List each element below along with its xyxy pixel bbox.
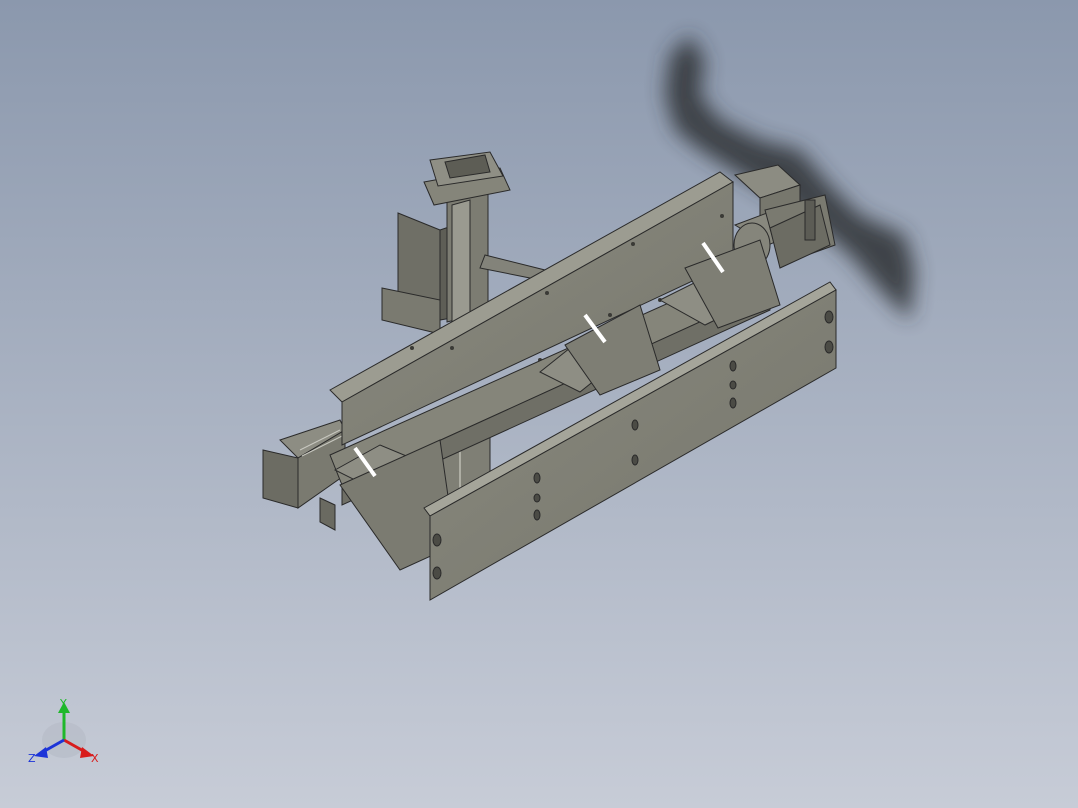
- view-orientation-triad[interactable]: Y X Z: [24, 692, 114, 772]
- x-axis-label: X: [91, 752, 99, 765]
- graphics-viewport[interactable]: Y X Z: [0, 0, 1078, 808]
- z-axis-arrowhead: [34, 747, 48, 758]
- y-axis-label: Y: [59, 697, 67, 710]
- left-actuator-end-block[interactable]: [262, 419, 346, 531]
- cad-model-scene[interactable]: [0, 0, 1078, 808]
- z-axis-label: Z: [28, 752, 36, 765]
